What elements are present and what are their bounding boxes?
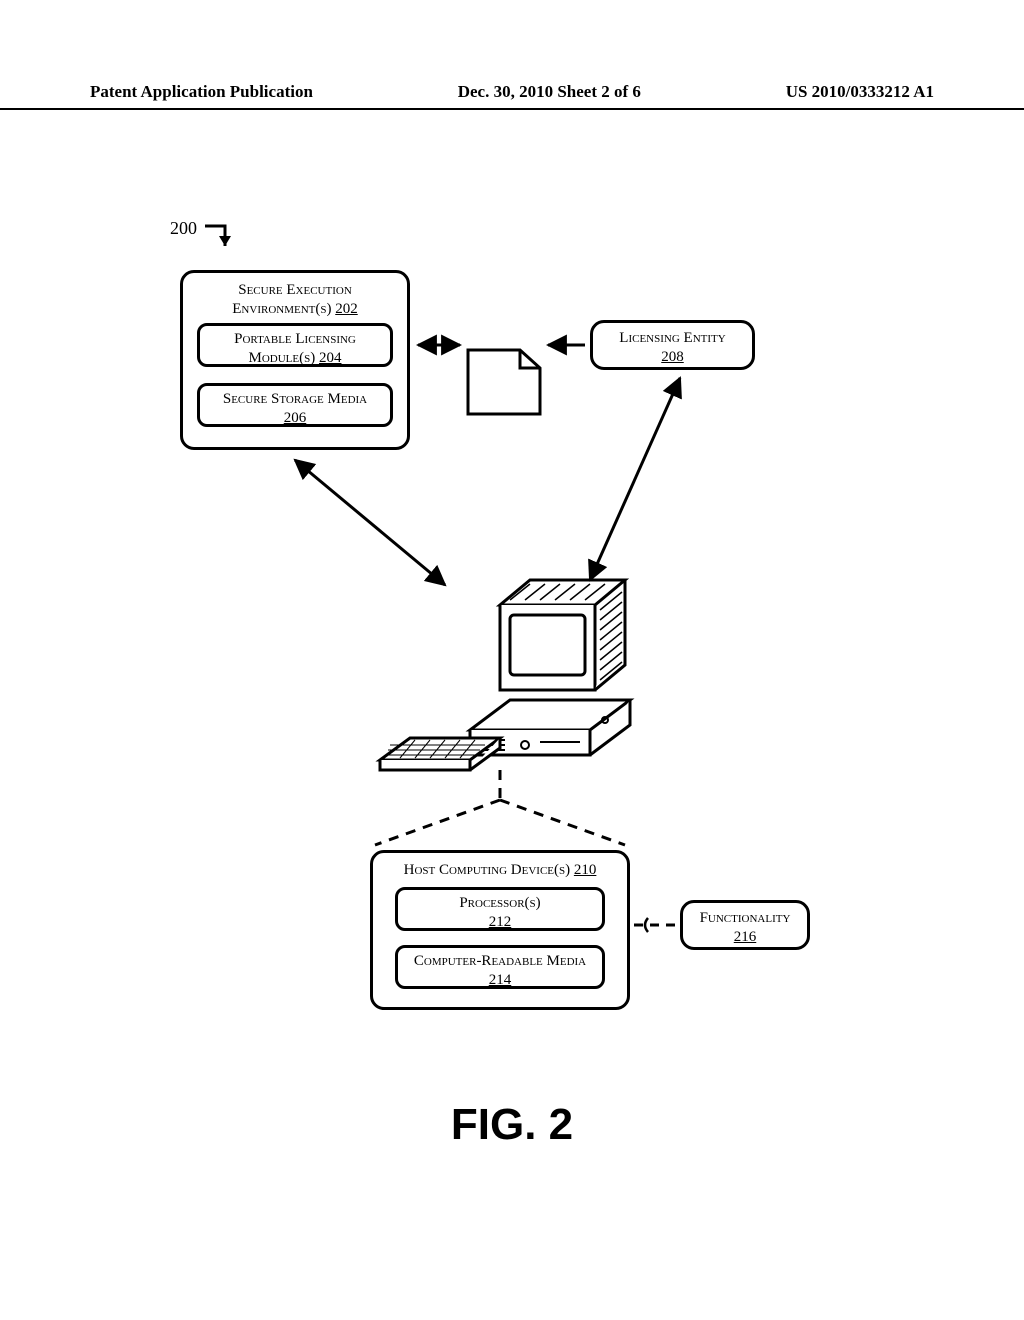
figure-label: FIG. 2 [0, 1100, 1024, 1150]
secure-env-ref: 202 [335, 301, 358, 317]
arrow-entity-to-computer [590, 378, 680, 580]
licensing-entity-box: Licensing Entity 208 [590, 320, 755, 370]
dashed-callout-host [375, 770, 625, 845]
secure-storage-media-box: Secure Storage Media 206 [197, 383, 393, 427]
portable-licensing-module-box: Portable Licensing Module(s) 204 [197, 323, 393, 367]
license-line2: Data [489, 391, 520, 407]
arrow-env-to-computer [295, 460, 445, 585]
ref-200-hook [205, 226, 225, 246]
functionality-title: Functionality [700, 910, 791, 926]
host-computing-device-box: Host Computing Device(s) 210 Processor(s… [370, 850, 630, 1010]
licensing-entity-ref: 208 [661, 349, 684, 365]
computer-icon [380, 580, 630, 770]
crm-title: Computer-Readable Media [414, 953, 586, 969]
license-data-label: License Data [470, 372, 540, 408]
plm-ref: 204 [319, 350, 342, 366]
ssm-title: Secure Storage Media [223, 391, 367, 407]
proc-ref: 212 [489, 914, 512, 930]
ssm-ref: 206 [284, 410, 307, 426]
computer-readable-media-box: Computer-Readable Media 214 [395, 945, 605, 989]
proc-title: Processor(s) [459, 895, 540, 911]
functionality-ref: 216 [734, 929, 757, 945]
secure-env-title: Secure Execution Environment(s) [232, 282, 352, 317]
crm-ref: 214 [489, 972, 512, 988]
processors-box: Processor(s) 212 [395, 887, 605, 931]
functionality-box: Functionality 216 [680, 900, 810, 950]
host-ref: 210 [574, 862, 597, 878]
secure-execution-env-box: Secure Execution Environment(s) 202 Port… [180, 270, 410, 450]
license-line1: License [481, 373, 529, 389]
host-title: Host Computing Device(s) [404, 862, 571, 878]
licensing-entity-title: Licensing Entity [619, 330, 725, 346]
figure-diagram: 200 Secure Execution Environment(s) 202 … [0, 0, 1024, 1320]
reference-200: 200 [170, 218, 197, 239]
